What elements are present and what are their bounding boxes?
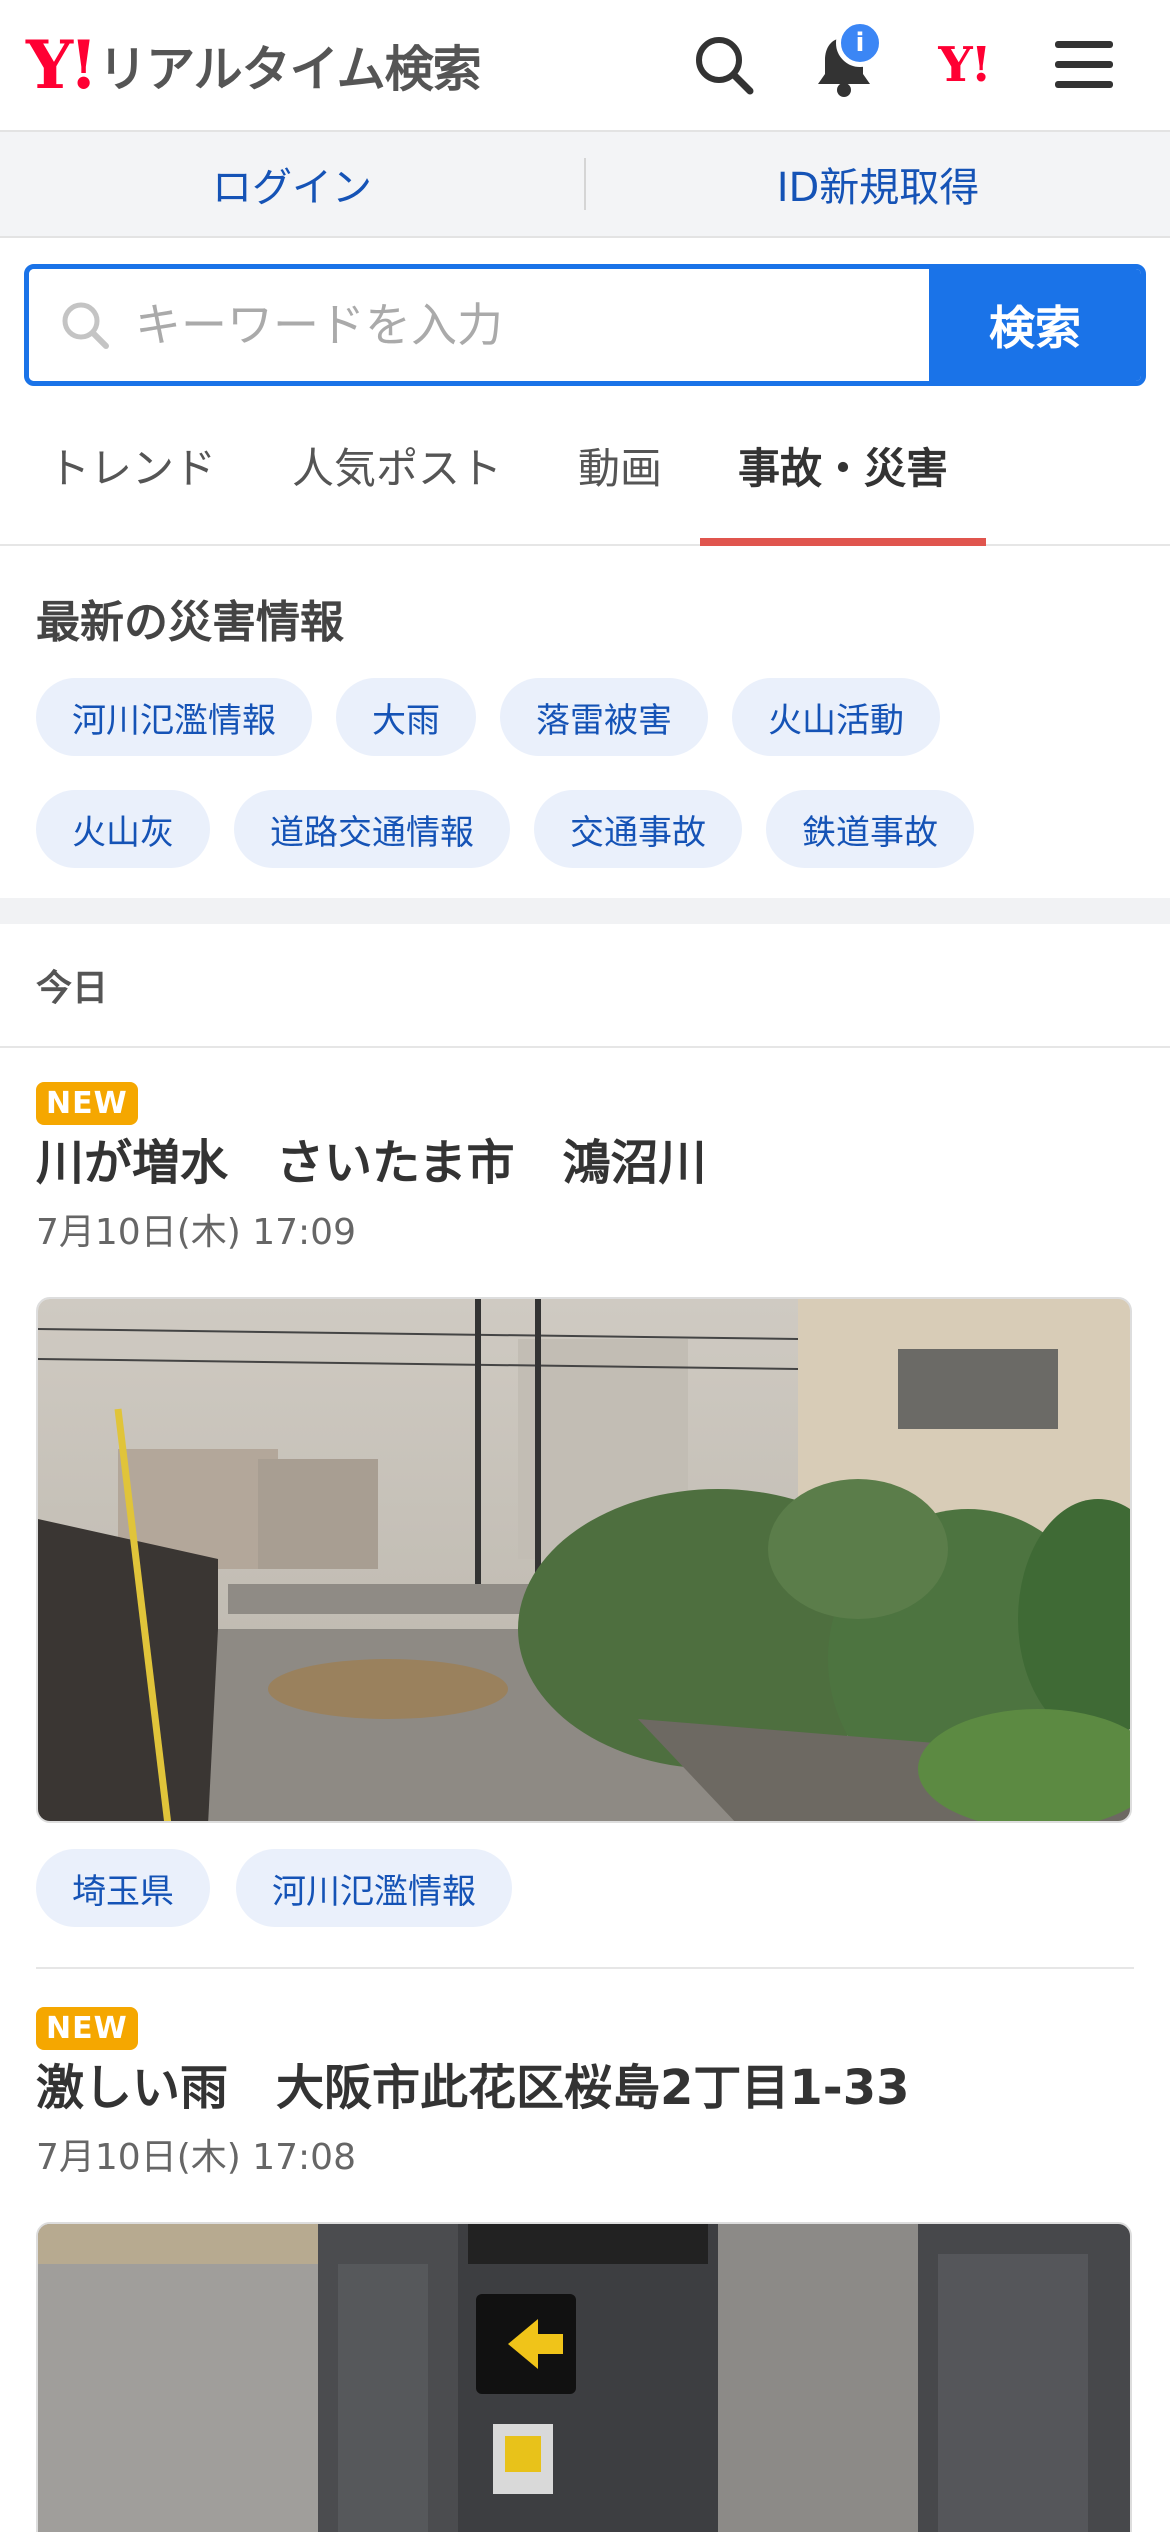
search-area: 検索 <box>0 238 1170 386</box>
yahoo-logo: Y! <box>26 26 98 104</box>
chip-road-traffic[interactable]: 道路交通情報 <box>234 790 510 868</box>
post-title[interactable]: 激しい雨 大阪市此花区桜島2丁目1-33 <box>36 2058 1134 2118</box>
chip-traffic-accident[interactable]: 交通事故 <box>534 790 742 868</box>
post-title[interactable]: 川が増水 さいたま市 鴻沼川 <box>36 1133 1134 1193</box>
tag-saitama[interactable]: 埼玉県 <box>36 1849 210 1927</box>
yahoo-japan-icon[interactable]: Y! <box>904 0 1024 131</box>
post-item[interactable]: NEW 激しい雨 大阪市此花区桜島2丁目1-33 7月10日(木) 17:08 <box>0 1969 1170 2532</box>
disaster-info-section: 最新の災害情報 河川氾濫情報 大雨 落雷被害 火山活動 火山灰 道路交通情報 交… <box>0 546 1170 898</box>
chip-lightning-damage[interactable]: 落雷被害 <box>500 678 708 756</box>
search-field-icon <box>62 302 109 349</box>
section-divider <box>0 898 1170 924</box>
post-time: 7月10日(木) 17:08 <box>36 2137 356 2178</box>
tab-accidents-disasters[interactable]: 事故・災害 <box>700 386 987 546</box>
search-button[interactable]: 検索 <box>929 269 1141 381</box>
tag-river-flood[interactable]: 河川氾濫情報 <box>236 1849 512 1927</box>
notification-badge: i <box>836 19 884 67</box>
login-bar: ログイン ID新規取得 <box>0 132 1170 238</box>
tab-video[interactable]: 動画 <box>540 386 700 544</box>
chip-railway-accident[interactable]: 鉄道事故 <box>766 790 974 868</box>
hamburger-menu-icon[interactable] <box>1024 0 1144 131</box>
header-actions: i Y! <box>664 0 1144 131</box>
register-link[interactable]: ID新規取得 <box>586 155 1170 213</box>
post-photo-river[interactable] <box>36 1297 1132 1823</box>
new-badge: NEW <box>36 2007 138 2050</box>
chip-river-flood[interactable]: 河川氾濫情報 <box>36 678 312 756</box>
chip-volcanic-ash[interactable]: 火山灰 <box>36 790 210 868</box>
tab-popular-posts[interactable]: 人気ポスト <box>254 386 540 544</box>
tab-trend[interactable]: トレンド <box>10 386 254 544</box>
new-badge: NEW <box>36 1082 138 1125</box>
notification-bell-icon[interactable]: i <box>784 0 904 131</box>
post-tags: 埼玉県 河川氾濫情報 <box>36 1849 1134 1969</box>
app-title: リアルタイム検索 <box>98 40 482 98</box>
yahoo-mark: Y! <box>938 37 991 93</box>
day-heading: 今日 <box>0 924 1170 1048</box>
chip-volcanic-activity[interactable]: 火山活動 <box>732 678 940 756</box>
search-input[interactable] <box>135 298 835 352</box>
chip-heavy-rain[interactable]: 大雨 <box>336 678 476 756</box>
brand-logo[interactable]: Y! リアルタイム検索 <box>26 26 482 104</box>
search-box: 検索 <box>24 264 1146 386</box>
category-tabs: トレンド 人気ポスト 動画 事故・災害 <box>0 386 1170 546</box>
app-header: Y! リアルタイム検索 i Y! <box>0 0 1170 132</box>
post-photo-station-gates[interactable] <box>36 2222 1132 2532</box>
section-title: 最新の災害情報 <box>36 597 344 648</box>
post-item[interactable]: NEW 川が増水 さいたま市 鴻沼川 7月10日(木) 17:09 埼玉県 河川… <box>0 1048 1170 1969</box>
disaster-chips: 河川氾濫情報 大雨 落雷被害 火山活動 火山灰 道路交通情報 交通事故 鉄道事故 <box>36 678 1134 868</box>
post-time: 7月10日(木) 17:09 <box>36 1212 356 1253</box>
search-field[interactable] <box>29 269 929 381</box>
login-link[interactable]: ログイン <box>0 155 584 213</box>
search-icon[interactable] <box>664 0 784 131</box>
